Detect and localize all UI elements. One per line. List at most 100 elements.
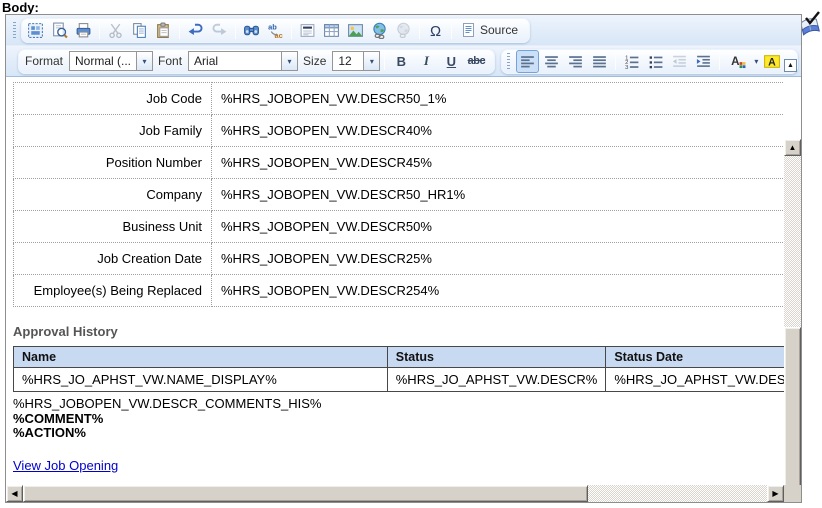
table-row: Company %HRS_JOBOPEN_VW.DESCR50_HR1% (13, 178, 784, 211)
chevron-down-icon[interactable]: ▾ (136, 52, 153, 70)
image-icon[interactable] (344, 19, 367, 42)
table-row: %HRS_JO_APHST_VW.NAME_DISPLAY% %HRS_JO_A… (13, 367, 784, 392)
horizontal-line-icon[interactable] (296, 19, 319, 42)
rich-text-field: Body: ab ac Ω Source Format Normal (... … (0, 0, 822, 508)
table-row: Job Code %HRS_JOBOPEN_VW.DESCR50_1% (13, 82, 784, 115)
text-color-icon[interactable]: A (724, 50, 752, 73)
approval-status-cell: %HRS_JO_APHST_VW.DESCR% (386, 367, 607, 392)
special-character-icon[interactable]: Ω (424, 19, 447, 42)
underline-button[interactable]: U (439, 50, 463, 72)
templates-icon[interactable] (24, 19, 47, 42)
rich-text-editor: ab ac Ω Source Format Normal (... ▾ Font… (5, 14, 802, 503)
table-icon[interactable] (320, 19, 343, 42)
field-value-cell: %HRS_JOBOPEN_VW.DESCR50_1% (211, 82, 784, 115)
field-label-cell: Employee(s) Being Replaced (13, 274, 212, 307)
scrollbar-thumb[interactable] (784, 327, 801, 502)
field-label-cell: Business Unit (13, 210, 212, 243)
svg-text:Ω: Ω (430, 23, 441, 38)
align-center-icon[interactable] (540, 50, 563, 73)
format-label: Format (25, 54, 64, 68)
preview-icon[interactable] (48, 19, 71, 42)
link-icon[interactable] (368, 19, 391, 42)
vertical-scrollbar[interactable]: ▲ ▼ (784, 139, 801, 502)
collapse-toolbar-icon[interactable]: ▲ (784, 59, 797, 72)
job-fields-table: Job Code %HRS_JOBOPEN_VW.DESCR50_1% Job F… (13, 82, 784, 307)
size-dropdown[interactable]: 12 ▾ (332, 51, 381, 71)
horizontal-scrollbar[interactable]: ◀ ▶ (6, 485, 784, 502)
font-value: Arial (194, 54, 219, 68)
align-right-icon[interactable] (564, 50, 587, 73)
table-row: Business Unit %HRS_JOBOPEN_VW.DESCR50% (13, 210, 784, 243)
background-color-icon[interactable]: A (759, 50, 785, 73)
toolbar-grip[interactable] (507, 52, 511, 70)
toolbar-row-2: Format Normal (... ▾ Font Arial ▾ Size 1… (6, 46, 801, 77)
column-header-name: Name (13, 346, 388, 368)
font-dropdown[interactable]: Arial ▾ (188, 51, 299, 71)
action-token: %ACTION% (13, 425, 86, 440)
format-dropdown[interactable]: Normal (... ▾ (69, 51, 154, 71)
scrollbar-thumb[interactable] (23, 485, 588, 502)
numbered-list-icon[interactable]: 123 (620, 50, 643, 73)
field-label-cell: Company (13, 178, 212, 211)
strikethrough-button[interactable]: abc (464, 50, 488, 72)
comments-history-token: %HRS_JOBOPEN_VW.DESCR_COMMENTS_HIS% (13, 396, 322, 411)
field-value-cell: %HRS_JOBOPEN_VW.DESCR254% (211, 274, 784, 307)
font-label: Font (158, 54, 183, 68)
column-header-status: Status (386, 346, 607, 368)
print-icon[interactable] (72, 19, 95, 42)
field-label: Body: (2, 0, 39, 15)
table-header-row: Name Status Status Date (13, 346, 784, 368)
table-row: Job Family %HRS_JOBOPEN_VW.DESCR40% (13, 114, 784, 147)
field-value-cell: %HRS_JOBOPEN_VW.DESCR50_HR1% (211, 178, 784, 211)
field-label-cell: Job Family (13, 114, 212, 147)
scroll-right-icon[interactable]: ▶ (767, 485, 784, 502)
unlink-icon[interactable] (392, 19, 415, 42)
editor-document[interactable]: Job Code %HRS_JOBOPEN_VW.DESCR50_1% Job F… (6, 77, 784, 485)
approval-date-cell: %HRS_JO_APHST_VW.DESCR2 (605, 367, 784, 392)
redo-icon[interactable] (208, 19, 231, 42)
toolbar-grip[interactable] (13, 21, 16, 39)
undo-icon[interactable] (184, 19, 207, 42)
chevron-down-icon[interactable]: ▾ (363, 52, 380, 70)
field-label-cell: Job Code (13, 82, 212, 115)
outdent-icon[interactable] (668, 50, 691, 73)
approval-name-cell: %HRS_JO_APHST_VW.NAME_DISPLAY% (13, 367, 388, 392)
svg-text:A: A (731, 55, 740, 68)
editor-content-region: Job Code %HRS_JOBOPEN_VW.DESCR50_1% Job F… (6, 77, 801, 502)
comment-token: %COMMENT% (13, 410, 104, 426)
table-row: Job Creation Date %HRS_JOBOPEN_VW.DESCR25… (13, 242, 784, 275)
scroll-left-icon[interactable]: ◀ (6, 485, 23, 502)
size-label: Size (303, 54, 327, 68)
field-value-cell: %HRS_JOBOPEN_VW.DESCR40% (211, 114, 784, 147)
size-value: 12 (338, 54, 352, 68)
italic-button[interactable]: I (414, 50, 438, 72)
bold-button[interactable]: B (389, 50, 413, 72)
source-button[interactable]: Source (456, 19, 523, 42)
align-left-icon[interactable] (516, 49, 540, 73)
approval-history-heading: Approval History (13, 324, 118, 339)
field-value-cell: %HRS_JOBOPEN_VW.DESCR50% (211, 210, 784, 243)
indent-icon[interactable] (692, 50, 715, 73)
toolbar-row-1: ab ac Ω Source (6, 15, 801, 46)
field-label-cell: Job Creation Date (13, 242, 212, 275)
table-row: Employee(s) Being Replaced %HRS_JOBOPEN_V… (13, 274, 784, 307)
chevron-down-icon[interactable]: ▾ (281, 52, 298, 70)
chevron-down-icon[interactable]: ▾ (754, 57, 758, 66)
replace-icon[interactable]: ab ac (264, 19, 287, 42)
find-icon[interactable] (240, 19, 263, 42)
footer-tokens: %HRS_JOBOPEN_VW.DESCR_COMMENTS_HIS% %COM… (13, 396, 784, 441)
view-job-opening-link[interactable]: View Job Opening (13, 458, 118, 473)
svg-text:3: 3 (626, 64, 629, 69)
scrollbar-corner (784, 485, 801, 502)
field-label-cell: Position Number (13, 146, 212, 179)
source-label: Source (480, 23, 519, 37)
paste-icon[interactable] (152, 19, 175, 42)
format-value: Normal (... (75, 54, 132, 68)
bulleted-list-icon[interactable] (644, 50, 667, 73)
svg-text:A: A (769, 56, 777, 68)
cut-icon[interactable] (104, 19, 127, 42)
scroll-up-icon[interactable]: ▲ (784, 139, 801, 156)
copy-icon[interactable] (128, 19, 151, 42)
table-row: Position Number %HRS_JOBOPEN_VW.DESCR45% (13, 146, 784, 179)
justify-icon[interactable] (588, 50, 611, 73)
